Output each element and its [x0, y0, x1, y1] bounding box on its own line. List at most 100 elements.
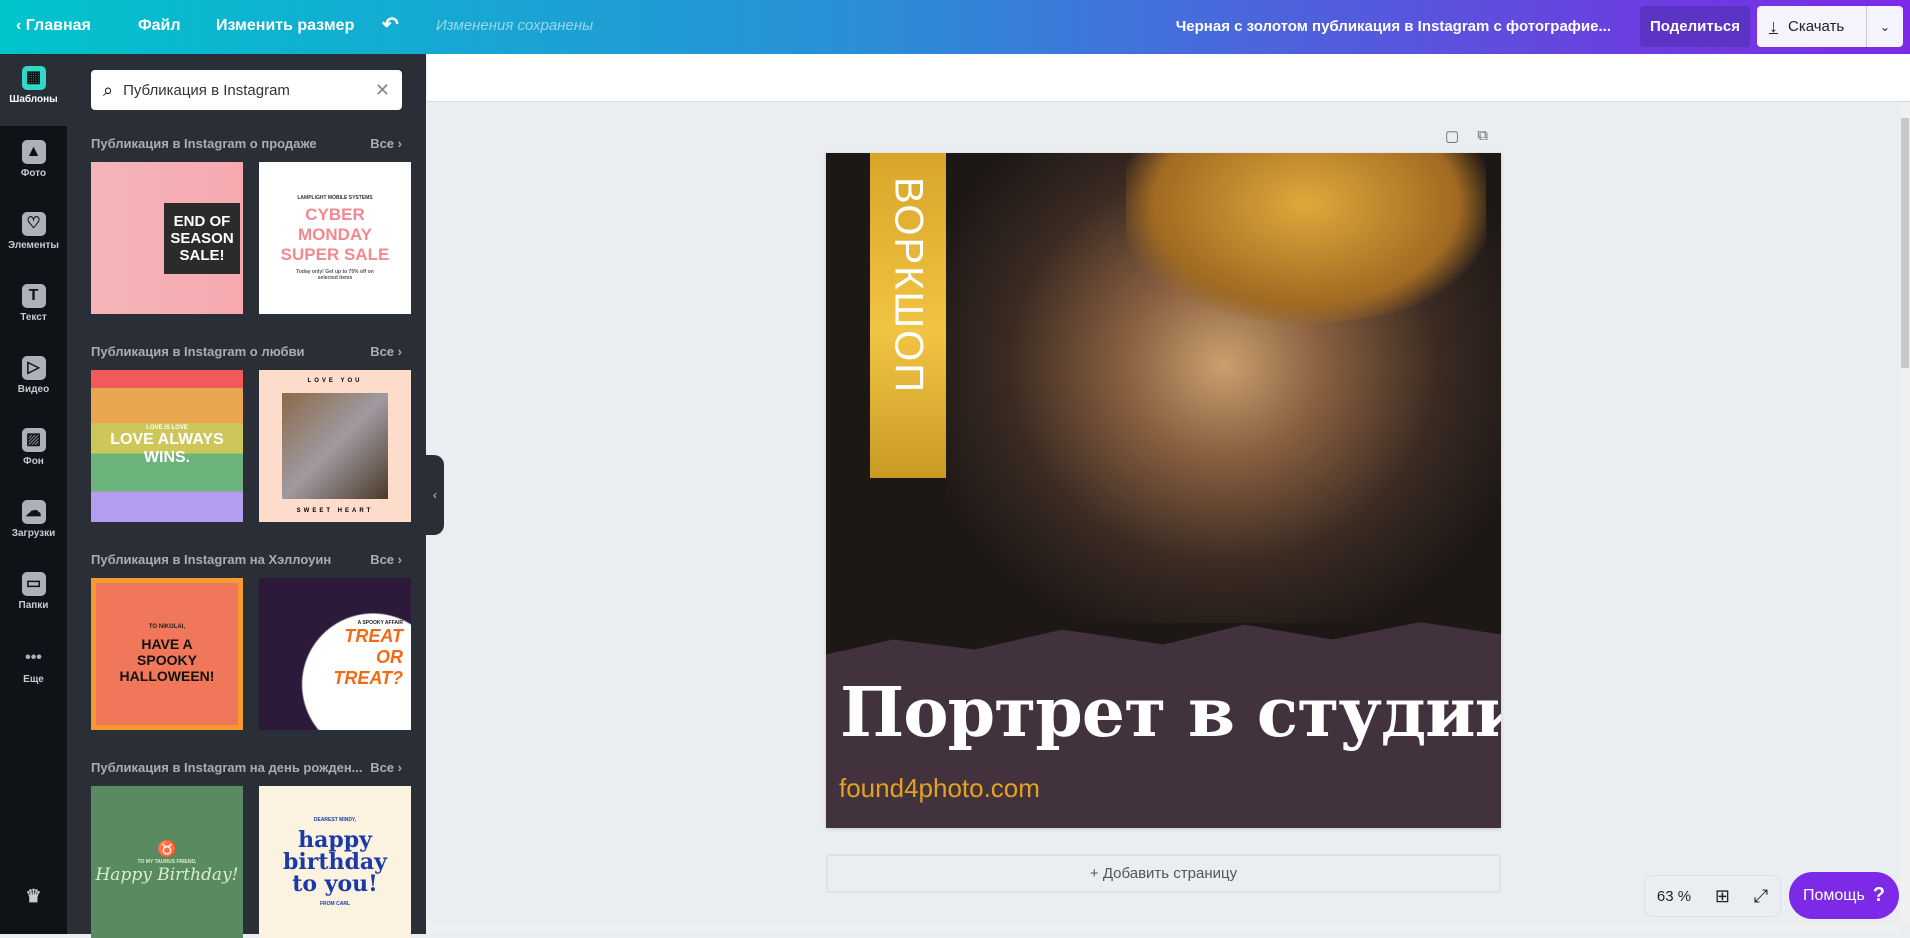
elements-icon: ♡ — [21, 212, 46, 236]
help-button[interactable]: Помощь? — [1789, 872, 1899, 919]
resize-button[interactable]: Изменить размер — [216, 17, 354, 35]
rail-item-background[interactable]: ▨ Фон — [0, 428, 67, 467]
thumb-text: CYBER MONDAY SUPER SALE — [280, 205, 390, 264]
zoom-level[interactable]: 63 % — [1657, 888, 1691, 905]
see-all-link[interactable]: Все › — [370, 760, 402, 775]
rail-item-uploads[interactable]: ☁ Загрузки — [0, 500, 67, 539]
see-all-label: Все — [370, 760, 395, 775]
video-icon: ▷ — [21, 356, 46, 380]
template-thumb[interactable]: DEAREST MINDY, happy birthday to you! FROM… — [259, 786, 411, 938]
rail-item-video[interactable]: ▷ Видео — [0, 356, 67, 395]
download-button[interactable]: ↓ Скачать ⌄ — [1757, 6, 1903, 47]
rail-label: Фон — [23, 456, 44, 467]
see-all-label: Все — [370, 136, 395, 151]
help-label: Помощь — [1802, 886, 1865, 904]
fullscreen-icon[interactable]: ⤢ — [1754, 886, 1768, 907]
crown-icon[interactable]: ♛ — [0, 886, 67, 907]
section-title: Публикация в Instagram о любви — [91, 344, 305, 359]
section-header: Публикация в Instagram на день рожден...… — [91, 760, 402, 775]
vertical-scrollbar[interactable] — [1900, 102, 1910, 922]
document-title[interactable]: Черная с золотом публикация в Instagram … — [1176, 18, 1611, 35]
template-thumb[interactable]: LOVE IS LOVE LOVE ALWAYS WINS. — [91, 370, 243, 522]
see-all-label: Все — [370, 552, 395, 567]
folder-icon: ▭ — [21, 572, 46, 596]
upload-icon: ☁ — [21, 500, 46, 524]
grid-view-icon[interactable]: ⊞ — [1715, 886, 1730, 907]
see-all-link[interactable]: Все › — [370, 136, 402, 151]
section-title: Публикация в Instagram на Хэллоуин — [91, 552, 332, 567]
thumb-text: LOVE ALWAYS WINS. — [110, 431, 224, 466]
rail-label: Видео — [17, 384, 50, 395]
rail-item-more[interactable]: ••• Еще — [0, 646, 67, 685]
top-bar: ‹ Главная Файл Изменить размер ↶ Изменен… — [0, 0, 1910, 54]
templates-icon: ▦ — [21, 66, 46, 90]
template-thumb[interactable]: A SPOOKY AFFAIR TREAT OR TREAT? — [259, 578, 411, 730]
thumb-text: happy birthday to you! — [283, 827, 387, 897]
search-input[interactable] — [123, 81, 365, 99]
template-thumb[interactable]: LAMPLIGHT MOBILE SYSTEMS CYBER MONDAY SUP… — [259, 162, 411, 314]
rail-item-text[interactable]: T Текст — [0, 284, 67, 323]
rail-item-photo[interactable]: ▲ Фото — [0, 140, 67, 179]
collapse-panel-button[interactable]: ‹ — [426, 455, 444, 535]
design-url[interactable]: found4photo.com — [839, 773, 1040, 804]
add-page-button[interactable]: + Добавить страницу — [826, 854, 1501, 893]
clear-icon[interactable]: ✕ — [375, 80, 390, 101]
template-thumb[interactable]: END OF SEASON SALE! — [91, 162, 243, 314]
section-header: Публикация в Instagram о продаже Все › — [91, 136, 402, 151]
rail-item-templates[interactable]: ▦ Шаблоны — [0, 54, 67, 126]
more-icon: ••• — [25, 649, 42, 666]
thumb-text: TO NIKOLAI, — [148, 624, 186, 630]
thumb-text: DEAREST MINDY, — [313, 817, 357, 823]
thumb-photo — [282, 393, 388, 499]
home-label: Главная — [25, 17, 91, 34]
band-text: ВОРКШОП — [886, 177, 931, 394]
background-icon: ▨ — [21, 428, 46, 452]
rail-label: Папки — [18, 600, 49, 611]
section-title: Публикация в Instagram о продаже — [91, 136, 317, 151]
thumb-text: LOVE YOU — [307, 378, 363, 384]
home-button[interactable]: ‹ Главная — [16, 17, 91, 35]
horizontal-scrollbar[interactable] — [427, 922, 1900, 934]
thumb-text: HAVE A SPOOKY HALLOWEEN! — [119, 636, 215, 684]
design-canvas[interactable]: ВОРКШОП Портрет в студии found4photo.com — [826, 153, 1501, 828]
rail-label: Шаблоны — [9, 94, 58, 105]
search-box[interactable]: ⌕ ✕ — [91, 70, 402, 110]
thumb-text: END OF SEASON SALE! — [164, 202, 240, 274]
search-icon: ⌕ — [103, 79, 114, 100]
thumb-text: Today only! Get up to 75% off on selecte… — [296, 269, 374, 281]
templates-panel: ⌕ ✕ Публикация в Instagram о продаже Все … — [67, 54, 426, 938]
rail-label: Еще — [23, 674, 44, 685]
rail-item-elements[interactable]: ♡ Элементы — [0, 212, 67, 251]
duplicate-page-icon[interactable]: ⧉ — [1477, 127, 1488, 145]
template-thumb[interactable]: TO NIKOLAI, HAVE A SPOOKY HALLOWEEN! — [91, 578, 243, 730]
portrait-photo — [946, 153, 1501, 623]
undo-icon[interactable]: ↶ — [382, 12, 399, 37]
rail-label: Загрузки — [11, 528, 56, 539]
rail-label: Элементы — [8, 240, 59, 251]
thumb-text: LAMPLIGHT MOBILE SYSTEMS — [297, 195, 373, 201]
download-icon: ↓ — [1769, 16, 1778, 36]
template-thumb[interactable]: LOVE YOU SWEET HEART — [259, 370, 411, 522]
section-title: Публикация в Instagram на день рожден... — [91, 760, 363, 775]
zoom-controls: 63 % ⊞ ⤢ — [1644, 875, 1781, 917]
template-thumb[interactable]: ♉ TO MY TAURUS FRIEND, Happy Birthday! — [91, 786, 243, 938]
rail-item-folders[interactable]: ▭ Папки — [0, 572, 67, 611]
download-label: Скачать — [1788, 18, 1845, 35]
see-all-link[interactable]: Все › — [370, 552, 402, 567]
editor-toolbar — [427, 54, 1910, 102]
design-title[interactable]: Портрет в студии — [840, 673, 1501, 753]
page-tools: ▢ ⧉ — [1445, 127, 1488, 145]
thumb-text: Happy Birthday! — [95, 865, 239, 885]
chevron-down-icon[interactable]: ⌄ — [1867, 20, 1903, 34]
save-status: Изменения сохранены — [436, 17, 594, 34]
share-button[interactable]: Поделиться — [1640, 6, 1750, 47]
text-icon: T — [21, 284, 46, 308]
photo-icon: ▲ — [21, 140, 46, 164]
note-icon[interactable]: ▢ — [1445, 127, 1459, 145]
file-menu[interactable]: Файл — [138, 17, 181, 35]
section-header: Публикация в Instagram на Хэллоуин Все › — [91, 552, 402, 567]
thumb-text: SWEET HEART — [296, 508, 374, 514]
see-all-link[interactable]: Все › — [370, 344, 402, 359]
rail-label: Текст — [20, 312, 47, 323]
rail-label: Фото — [20, 168, 47, 179]
